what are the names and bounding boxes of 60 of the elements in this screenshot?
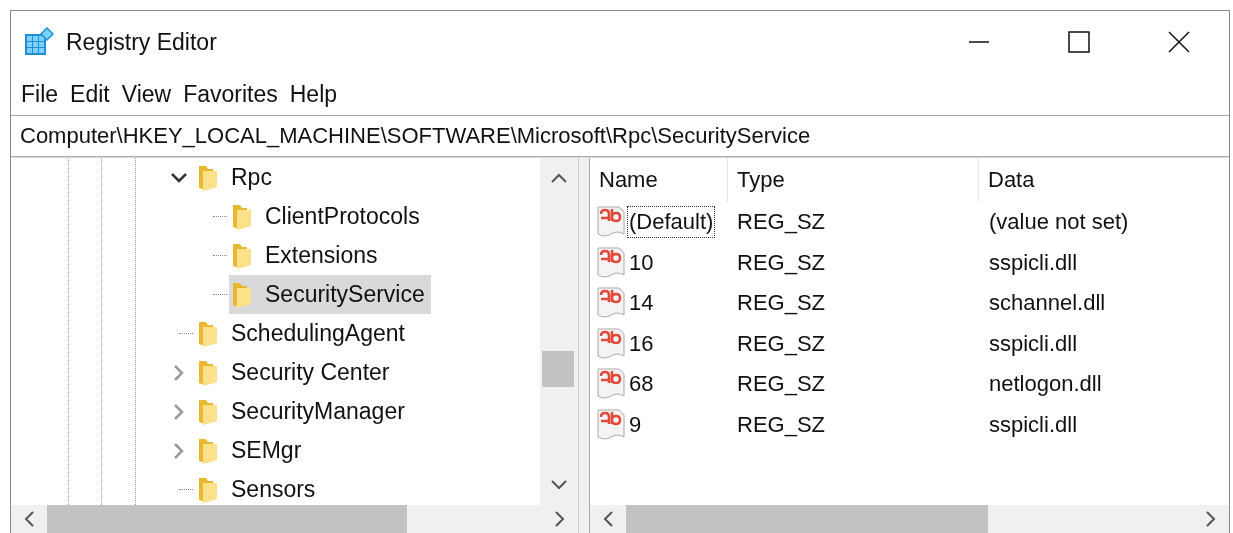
- tree-item[interactable]: Rpc: [195, 158, 278, 197]
- value-name[interactable]: 16: [627, 327, 656, 360]
- string-value-icon: [597, 327, 627, 360]
- string-value-icon: [597, 246, 627, 279]
- tree-item[interactable]: ClientProtocols: [229, 197, 426, 236]
- string-value-icon: [597, 206, 627, 239]
- tree-item[interactable]: Security Center: [195, 353, 396, 392]
- menu-item[interactable]: File: [15, 80, 65, 108]
- string-value-icon: [597, 408, 627, 441]
- scroll-right-icon[interactable]: [1205, 510, 1217, 528]
- scroll-right-icon[interactable]: [554, 510, 566, 528]
- value-data: sspicli.dll: [988, 249, 1079, 276]
- value-type: REG_SZ: [736, 411, 827, 438]
- scrollbar-thumb[interactable]: [47, 505, 407, 533]
- value-type: REG_SZ: [736, 290, 827, 317]
- close-icon: [1168, 31, 1190, 53]
- value-data: sspicli.dll: [988, 411, 1079, 438]
- tree-item[interactable]: Sensors: [195, 470, 322, 505]
- value-name[interactable]: 68: [627, 368, 656, 401]
- menu-item[interactable]: View: [115, 80, 178, 108]
- value-name[interactable]: 10: [627, 246, 656, 279]
- tree-item[interactable]: SecurityService: [229, 275, 431, 314]
- value-data: schannel.dll: [988, 290, 1107, 317]
- value-name[interactable]: 14: [627, 287, 656, 320]
- window-title: Registry Editor: [66, 28, 217, 56]
- scroll-left-icon[interactable]: [602, 510, 614, 528]
- string-value-icon: [597, 287, 627, 320]
- scrollbar-thumb[interactable]: [542, 351, 574, 387]
- value-type: REG_SZ: [736, 249, 827, 276]
- tree-item[interactable]: SEMgr: [195, 431, 308, 470]
- value-data: (value not set): [988, 209, 1130, 236]
- scroll-down-icon[interactable]: [550, 479, 568, 491]
- tree-item[interactable]: Extensions: [229, 236, 384, 275]
- column-header[interactable]: Name: [590, 158, 728, 202]
- value-name[interactable]: 9: [627, 408, 644, 441]
- pane-splitter[interactable]: [579, 158, 590, 533]
- column-header[interactable]: Type: [728, 158, 979, 202]
- scroll-left-icon[interactable]: [23, 510, 35, 528]
- string-value-icon: [597, 368, 627, 401]
- scrollbar-thumb[interactable]: [626, 505, 988, 533]
- maximize-icon: [1068, 31, 1090, 53]
- tree-item[interactable]: SecurityManager: [195, 392, 411, 431]
- menu-item[interactable]: Help: [283, 80, 344, 108]
- horizontal-scrollbar[interactable]: [590, 505, 1229, 533]
- vertical-scrollbar[interactable]: [540, 158, 578, 505]
- menu-item[interactable]: Edit: [64, 80, 116, 108]
- registry-icon: [24, 27, 54, 57]
- value-type: REG_SZ: [736, 330, 827, 357]
- value-data: netlogon.dll: [988, 371, 1103, 398]
- horizontal-scrollbar[interactable]: [11, 505, 578, 533]
- value-data: sspicli.dll: [988, 330, 1079, 357]
- tree-item[interactable]: SchedulingAgent: [195, 314, 411, 353]
- menu-item[interactable]: Favorites: [177, 80, 284, 108]
- minimize-icon: [968, 41, 990, 43]
- value-type: REG_SZ: [736, 209, 827, 236]
- scroll-up-icon[interactable]: [550, 172, 568, 184]
- value-type: REG_SZ: [736, 371, 827, 398]
- address-field[interactable]: Computer\HKEY_LOCAL_MACHINE\SOFTWARE\Microsoft\Rpc\SecurityService: [11, 115, 1229, 157]
- value-name[interactable]: (Default): [627, 206, 716, 239]
- column-header[interactable]: Data: [979, 158, 1229, 202]
